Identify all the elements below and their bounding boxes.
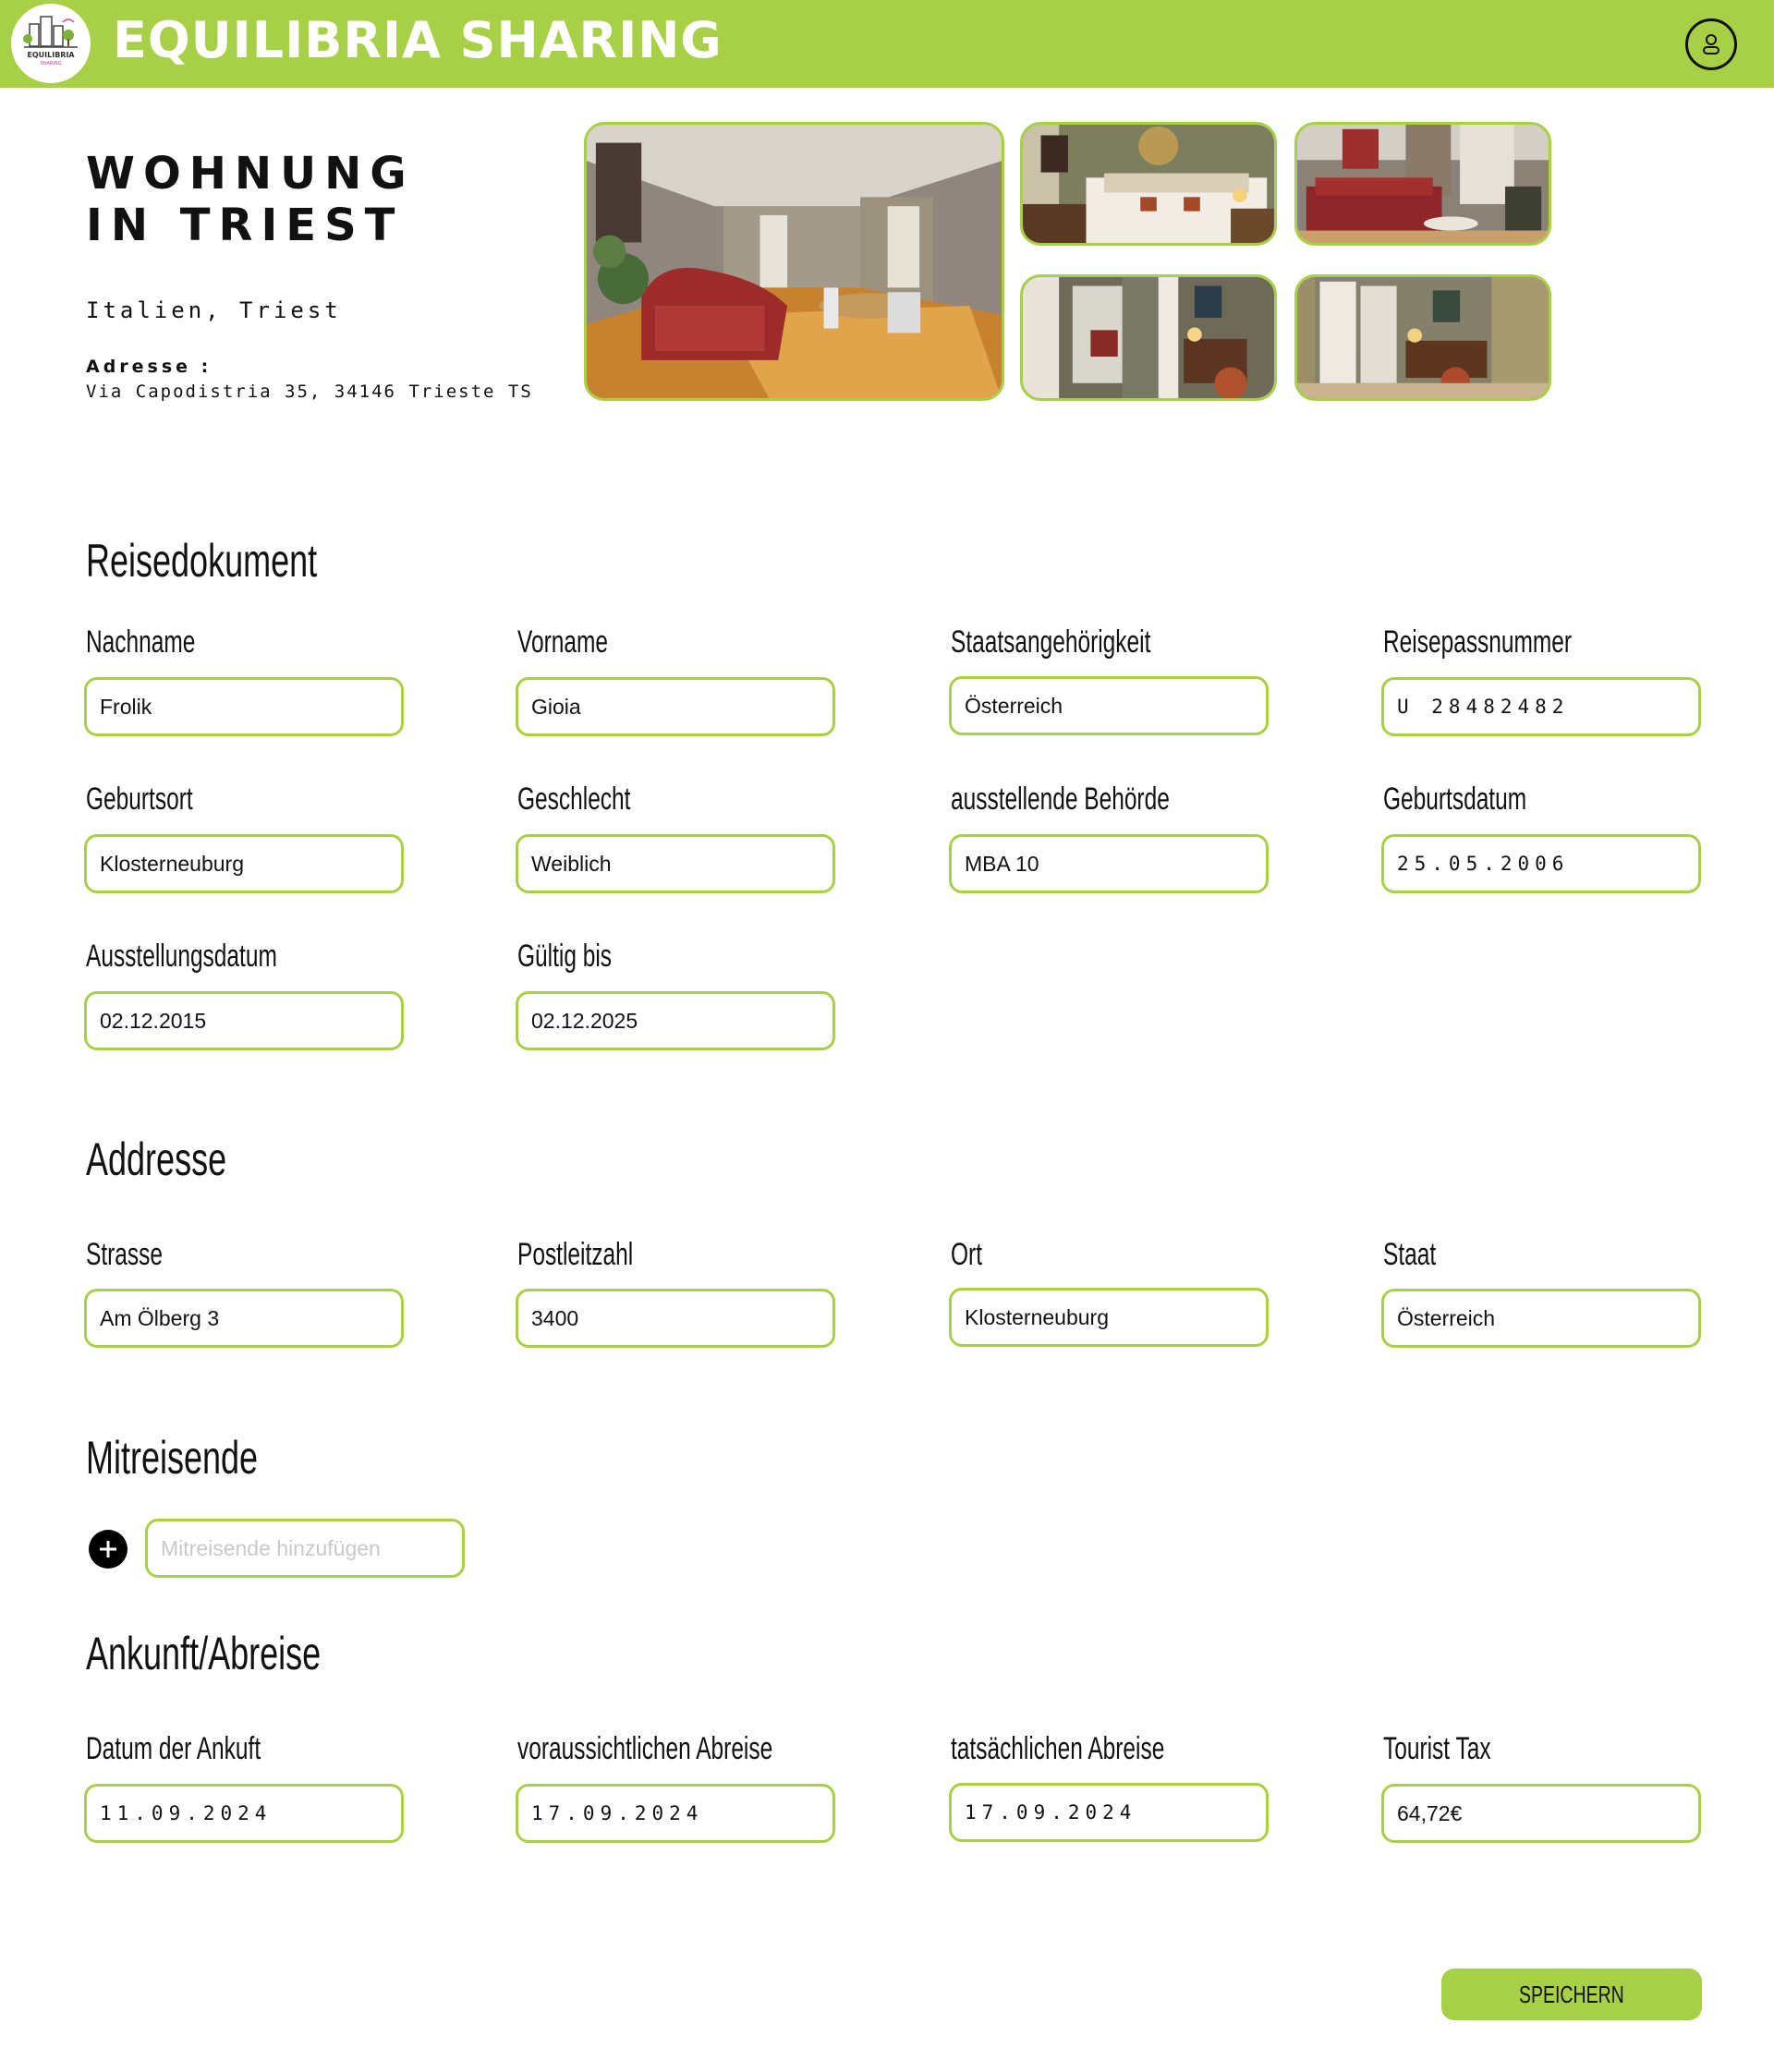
logo-graphic: EQUILIBRIA SHARING [12, 5, 90, 82]
label-gender: Geschlecht [517, 782, 631, 817]
city-field[interactable] [949, 1288, 1269, 1347]
photo-hallway[interactable] [1020, 274, 1277, 401]
listing-location: Italien, Triest [86, 297, 342, 323]
nationality-field[interactable] [949, 676, 1269, 735]
photo-sofa[interactable] [1294, 122, 1551, 246]
address-value: Via Capodistria 35, 34146 Trieste TS [86, 382, 533, 402]
save-button-label: SPEICHERN [1519, 1980, 1624, 2008]
plus-icon [100, 1541, 116, 1557]
svg-text:EQUILIBRIA: EQUILIBRIA [27, 51, 75, 59]
label-issuing-authority: ausstellende Behörde [951, 782, 1170, 817]
user-icon [1703, 34, 1719, 55]
label-tourist-tax: Tourist Tax [1383, 1731, 1491, 1766]
street-field[interactable] [84, 1289, 404, 1348]
label-last-name: Nachname [86, 624, 196, 660]
top-bar: EQUILIBRIA SHARING EQUILIBRIA SHARING [0, 0, 1774, 88]
arrival-date-field[interactable] [84, 1784, 404, 1843]
actual-departure-field[interactable] [949, 1783, 1269, 1842]
postal-code-field[interactable] [516, 1289, 835, 1348]
bedroom-photo [1023, 125, 1274, 243]
label-nationality: Staatsangehörigkeit [951, 624, 1151, 660]
label-first-name: Vorname [517, 624, 608, 660]
photo-desk[interactable] [1294, 274, 1551, 401]
brand-logo[interactable]: EQUILIBRIA SHARING [11, 4, 91, 83]
save-button[interactable]: SPEICHERN [1441, 1969, 1702, 2020]
last-name-field[interactable] [84, 677, 404, 736]
photo-bedroom[interactable] [1020, 122, 1277, 246]
label-actual-departure: tatsächlichen Abreise [951, 1731, 1165, 1766]
section-title-address: Addresse [86, 1133, 227, 1185]
label-postal-code: Postleitzahl [517, 1237, 634, 1272]
valid-until-field[interactable] [516, 991, 835, 1050]
section-title-travel-document: Reisedokument [86, 535, 318, 587]
sofa-photo [1297, 125, 1549, 243]
birthplace-field[interactable] [84, 834, 404, 893]
user-profile-button[interactable] [1685, 18, 1737, 70]
expected-departure-field[interactable] [516, 1784, 835, 1843]
photo-main-living-room[interactable] [584, 122, 1004, 401]
svg-text:SHARING: SHARING [41, 61, 62, 67]
add-companion-button[interactable] [89, 1530, 128, 1569]
label-valid-until: Gültig bis [517, 939, 613, 974]
brand-name: EQUILIBRIA SHARING [113, 11, 723, 69]
passport-number-field[interactable] [1381, 677, 1701, 736]
hallway-photo [1023, 277, 1274, 398]
tourist-tax-field[interactable] [1381, 1784, 1701, 1843]
label-issue-date: Ausstellungsdatum [86, 939, 277, 974]
first-name-field[interactable] [516, 677, 835, 736]
section-title-companions: Mitreisende [86, 1432, 259, 1484]
country-field[interactable] [1381, 1289, 1701, 1348]
birth-date-field[interactable] [1381, 834, 1701, 893]
label-country: Staat [1383, 1237, 1437, 1272]
issuing-authority-field[interactable] [949, 834, 1269, 893]
gender-field[interactable] [516, 834, 835, 893]
section-title-arrival-departure: Ankunft/Abreise [86, 1628, 322, 1679]
label-expected-departure: voraussichtlichen Abreise [517, 1731, 773, 1766]
label-street: Strasse [86, 1237, 163, 1272]
label-arrival-date: Datum der Ankuft [86, 1731, 261, 1766]
label-city: Ort [951, 1237, 982, 1272]
issue-date-field[interactable] [84, 991, 404, 1050]
label-passport-number: Reisepassnummer [1383, 624, 1573, 660]
label-birth-date: Geburtsdatum [1383, 782, 1527, 817]
address-label: Adresse : [86, 357, 213, 377]
companion-input[interactable] [145, 1519, 465, 1578]
desk-photo [1297, 277, 1549, 398]
label-birthplace: Geburtsort [86, 782, 193, 817]
listing-title: WOHNUNG IN TRIEST [86, 148, 415, 251]
living-room-photo [587, 125, 1002, 398]
